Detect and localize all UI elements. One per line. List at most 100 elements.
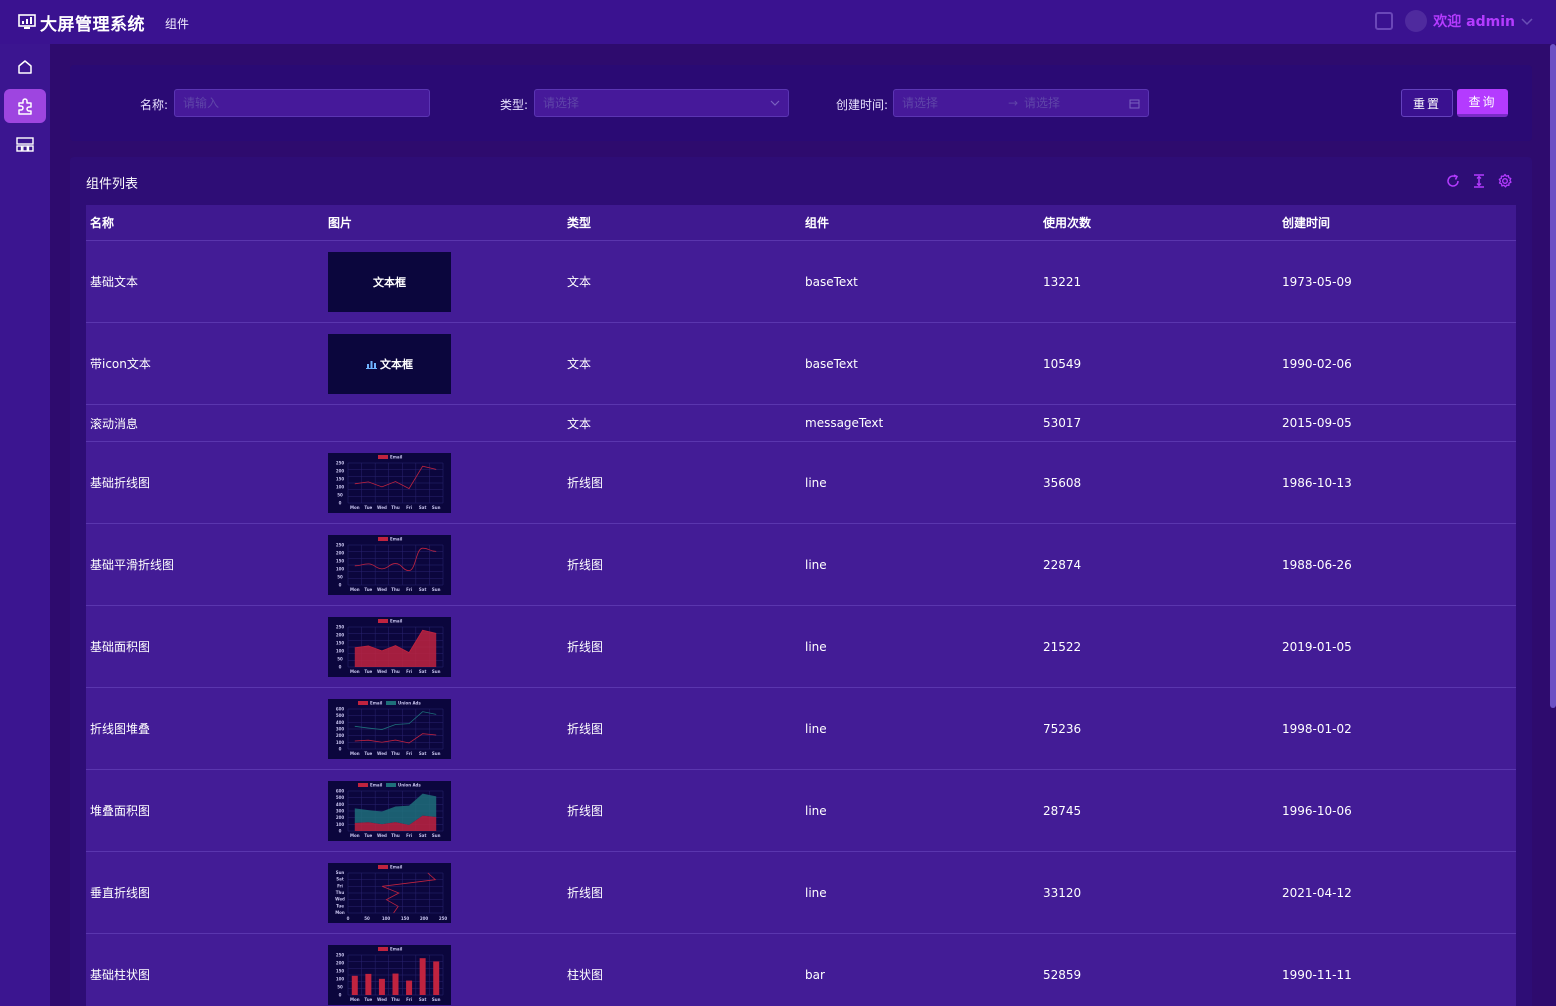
x-tick-label: Sun (432, 751, 441, 756)
row-component: line (805, 639, 827, 654)
avatar[interactable] (1405, 10, 1428, 32)
y-tick-label: 150 (336, 968, 345, 973)
type-filter-label: 类型: (500, 98, 529, 112)
legend-label-email: Email (370, 782, 383, 787)
preview-thumbnail[interactable]: Email Union Ads 600 500 400 300 200 100 0 Mon Tue W… (328, 780, 451, 841)
col-header-name[interactable]: 名称 (86, 214, 324, 231)
sidebar-item-screens[interactable] (4, 128, 46, 162)
x-tick-label: Sun (432, 669, 441, 674)
x-tick-label: Fri (406, 505, 412, 510)
y-tick-label: Sun (336, 870, 345, 875)
preview-thumbnail[interactable]: Email 250 200 150 100 50 0 Mon Tue Wed Thu Fri Sat Su… (328, 616, 451, 677)
bar-email (433, 960, 440, 995)
preview-thumbnail[interactable]: Email 250 200 150 100 50 0 Mon Tue Wed Thu Fri Sat Su… (328, 944, 451, 1005)
x-tick-label: Fri (406, 669, 412, 674)
col-header-image[interactable]: 图片 (324, 214, 563, 231)
y-tick-label: 100 (336, 648, 345, 653)
start-date-input[interactable]: 请选择 (902, 96, 938, 110)
bar-email (378, 978, 385, 995)
row-created: 1988-06-26 (1282, 557, 1352, 572)
row-type: 折线图 (567, 640, 604, 654)
row-created: 1990-11-11 (1282, 967, 1352, 982)
row-component: line (805, 803, 827, 818)
preview-thumbnail[interactable]: 文本框 (328, 251, 451, 312)
sidebar-item-home[interactable] (4, 50, 46, 84)
x-tick-label: Tue (364, 669, 372, 674)
table-row[interactable]: 基础折线图 Email 250 200 150 100 50 0 Mon Tue Wed Thu Fri… (86, 442, 1516, 524)
row-created: 1973-05-09 (1282, 274, 1352, 289)
preview-thumbnail[interactable]: Email 250 200 150 100 50 0 Mon Tue Wed Thu Fri Sat Su… (328, 534, 451, 595)
column-height-icon[interactable] (1471, 173, 1487, 189)
row-usage: 52859 (1043, 967, 1082, 982)
row-image: Email Mon Tue Wed Thu Fri Sat Sun 0 50 100 150 200 25… (324, 862, 563, 923)
x-tick-label: Sat (419, 669, 427, 674)
x-tick-label: Mon (350, 751, 360, 756)
row-usage: 33120 (1043, 885, 1082, 900)
legend-swatch-union (386, 782, 396, 787)
sidebar-item-components[interactable] (4, 89, 46, 123)
end-date-input[interactable]: 请选择 (1024, 90, 1060, 116)
refresh-icon[interactable] (1445, 173, 1461, 189)
table-row[interactable]: 基础文本 文本框 文本 baseText 13221 1973-05-09 (86, 241, 1516, 323)
x-tick-label: Mon (350, 505, 360, 510)
preview-thumbnail[interactable]: Email Union Ads 600 500 400 300 200 100 0 Mon Tue W… (328, 698, 451, 759)
chevron-down-icon[interactable] (1520, 14, 1534, 28)
y-tick-label: 250 (336, 624, 345, 629)
page-scrollbar[interactable] (1550, 44, 1556, 708)
screen-layout-icon (16, 137, 34, 152)
y-tick-label: 50 (337, 492, 343, 497)
col-header-type[interactable]: 类型 (563, 214, 801, 231)
col-header-usage[interactable]: 使用次数 (1039, 214, 1278, 231)
top-bar: 大屏管理系统 组件 欢迎 admin (0, 0, 1556, 44)
table-body: 基础文本 文本框 文本 baseText 13221 1973-05-09 带icon文本文… (86, 241, 1516, 1006)
x-tick-label: Sun (432, 833, 441, 838)
fullscreen-toggle[interactable] (1375, 12, 1394, 30)
settings-gear-icon[interactable] (1497, 173, 1513, 189)
row-component: baseText (805, 274, 858, 289)
row-image: Email 250 200 150 100 50 0 Mon Tue Wed Thu Fri Sat Su… (324, 944, 563, 1005)
row-type: 文本 (567, 275, 592, 289)
row-image: Email Union Ads 600 500 400 300 200 100 0 Mon Tue W… (324, 698, 563, 759)
table-row[interactable]: 基础柱状图 Email 250 200 150 100 50 0 Mon Tue Wed Thu Fri… (86, 934, 1516, 1006)
legend-swatch-email (378, 864, 388, 869)
y-tick-label: 0 (339, 664, 342, 669)
y-tick-label: 250 (336, 542, 345, 547)
legend-swatch-union (386, 700, 396, 705)
calendar-icon (1129, 99, 1140, 109)
date-range-picker[interactable]: 请选择 → 请选择 (893, 89, 1149, 117)
x-tick-label: Sun (432, 505, 441, 510)
y-tick-label: 200 (336, 550, 345, 555)
row-created: 1986-10-13 (1282, 475, 1352, 490)
x-tick-label: 100 (382, 916, 391, 921)
type-filter-select[interactable]: 请选择 (534, 89, 789, 117)
table-row[interactable]: 垂直折线图 Email Mon Tue Wed Thu Fri Sat Sun 0 50 100 150… (86, 852, 1516, 934)
legend-swatch-email (358, 700, 368, 705)
bar-email (351, 975, 358, 995)
table-row[interactable]: 滚动消息 文本 messageText 53017 2015-09-05 (86, 405, 1516, 442)
y-tick-label: Fri (337, 883, 343, 888)
y-tick-label: 600 (336, 788, 345, 793)
y-tick-label: 100 (336, 821, 345, 826)
name-filter-input[interactable]: 请输入 (174, 89, 430, 117)
table-row[interactable]: 带icon文本 文本框 文本 baseText 10549 1990-02-06 (86, 323, 1516, 405)
x-tick-label: 150 (401, 916, 410, 921)
breadcrumb: 组件 (165, 16, 190, 31)
reset-button[interactable]: 重置 (1401, 89, 1453, 117)
row-component: line (805, 721, 827, 736)
preview-thumbnail[interactable]: Email Mon Tue Wed Thu Fri Sat Sun 0 50 100 150 200 25… (328, 862, 451, 923)
legend-swatch-email (378, 454, 388, 459)
y-tick-label: 150 (336, 640, 345, 645)
row-usage: 28745 (1043, 803, 1082, 818)
col-header-component[interactable]: 组件 (801, 214, 1039, 231)
col-header-created[interactable]: 创建时间 (1278, 214, 1516, 231)
app-logo[interactable]: 大屏管理系统 (18, 10, 145, 35)
user-greeting[interactable]: 欢迎 admin (1433, 11, 1515, 31)
table-row[interactable]: 折线图堆叠 Email Union Ads 600 500 400 300 200 100 0 Mo… (86, 688, 1516, 770)
table-row[interactable]: 基础面积图 Email 250 200 150 100 50 0 Mon Tue Wed Thu Fri… (86, 606, 1516, 688)
table-row[interactable]: 基础平滑折线图 Email 250 200 150 100 50 0 Mon Tue Wed Thu F… (86, 524, 1516, 606)
table-row[interactable]: 堆叠面积图 Email Union Ads 600 500 400 300 200 100 0 Mo… (86, 770, 1516, 852)
preview-thumbnail[interactable]: Email 250 200 150 100 50 0 Mon Tue Wed Thu Fri Sat Su… (328, 452, 451, 513)
preview-thumbnail[interactable]: 文本框 (328, 333, 451, 394)
home-icon (18, 60, 32, 74)
query-button[interactable]: 查询 (1457, 89, 1508, 117)
